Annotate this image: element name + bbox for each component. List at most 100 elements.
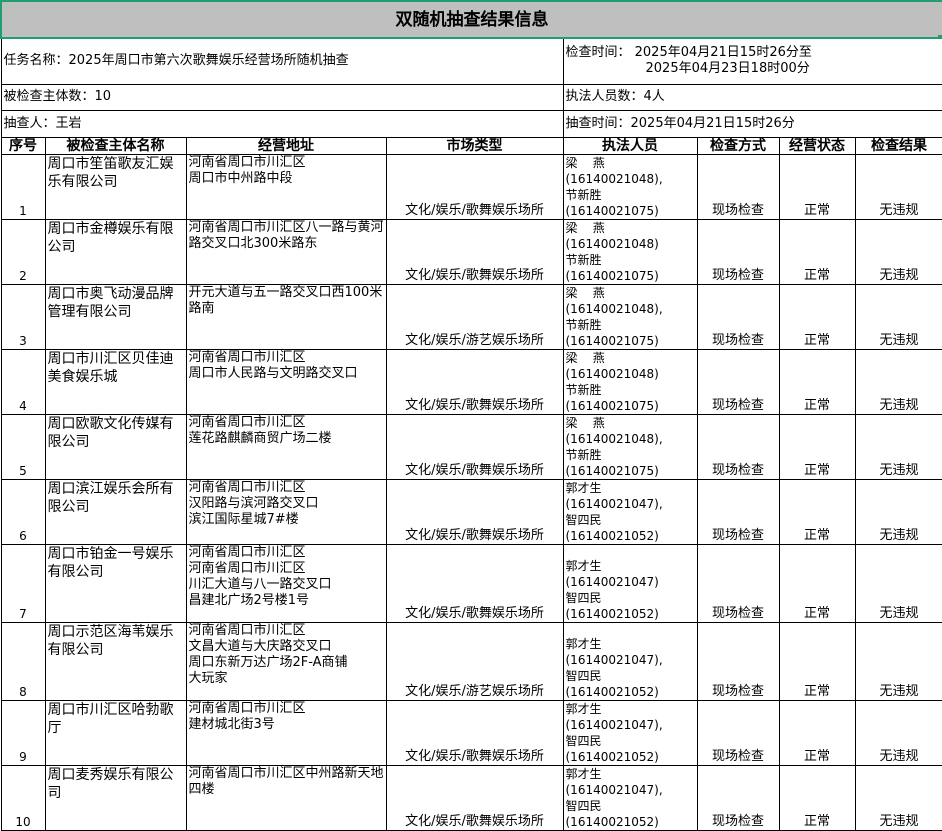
row-method: 现场检查 <box>696 348 780 415</box>
row-address: 河南省周口市川汇区 建材城北街3号 <box>185 699 387 766</box>
row-address: 河南省周口市川汇区 汉阳路与滨河路交叉口 滨江国际星城7#楼 <box>185 478 387 545</box>
table-row: 5 周口欧歌文化传媒有限公司 河南省周口市川汇区 莲花路麒麟商贸广场二楼 文化/娱乐/… <box>0 413 942 480</box>
row-status: 正常 <box>778 478 856 545</box>
row-status: 正常 <box>778 764 856 831</box>
row-officers: 郭才生(16140021047), 智四民(16140021052) <box>562 699 698 766</box>
check-time-line2: 2025年04月23日18时00分 <box>645 61 810 77</box>
row-market: 文化/娱乐/歌舞娱乐场所 <box>385 348 564 415</box>
header-method: 检查方式 <box>696 136 780 155</box>
row-officers: 郭才生(16140021047), 智四民(16140021052) <box>562 621 698 701</box>
task-name: 任务名称：2025年周口市第六次歌舞娱乐经营场所随机抽查 <box>0 37 564 85</box>
check-time: 检查时间： 2025年04月21日15时26分至 2025年04月23日18时0… <box>562 37 942 85</box>
row-market: 文化/娱乐/歌舞娱乐场所 <box>385 218 564 285</box>
sampler: 抽查人：王岩 <box>0 109 564 138</box>
table-row: 10 周口麦秀娱乐有限公司 河南省周口市川汇区中州路新天地四楼 文化/娱乐/歌舞娱乐场… <box>0 764 942 831</box>
header-officers: 执法人员 <box>562 136 698 155</box>
row-seq: 2 <box>0 218 46 285</box>
row-method: 现场检查 <box>696 153 780 220</box>
row-status: 正常 <box>778 621 856 701</box>
row-market: 文化/娱乐/歌舞娱乐场所 <box>385 478 564 545</box>
row-officers: 郭才生(16140021047) 智四民(16140021052) <box>562 543 698 623</box>
row-officers: 梁 燕(16140021048), 节新胜(16140021075) <box>562 413 698 480</box>
row-status: 正常 <box>778 153 856 220</box>
row-officers: 梁 燕(16140021048) 节新胜(16140021075) <box>562 348 698 415</box>
row-seq: 5 <box>0 413 46 480</box>
row-name: 周口市铂金一号娱乐有限公司 <box>44 543 187 623</box>
row-result: 无违规 <box>854 699 942 766</box>
row-method: 现场检查 <box>696 413 780 480</box>
row-seq: 3 <box>0 283 46 350</box>
table-row: 4 周口市川汇区贝佳迪美食娱乐城 河南省周口市川汇区 周口市人民路与文明路交叉口 文化… <box>0 348 942 415</box>
row-status: 正常 <box>778 699 856 766</box>
row-result: 无违规 <box>854 764 942 831</box>
row-market: 文化/娱乐/游艺娱乐场所 <box>385 283 564 350</box>
table-row: 9 周口市川汇区哈勃歌厅 河南省周口市川汇区 建材城北街3号 文化/娱乐/歌舞娱乐场所… <box>0 699 942 766</box>
result-sheet: 双随机抽查结果信息 任务名称：2025年周口市第六次歌舞娱乐经营场所随机抽查 检… <box>0 0 942 831</box>
row-method: 现场检查 <box>696 543 780 623</box>
row-name: 周口市奥飞动漫品牌管理有限公司 <box>44 283 187 350</box>
check-time-line1: 检查时间： 2025年04月21日15时26分至 <box>565 45 812 61</box>
sample-time: 抽查时间：2025年04月21日15时26分 <box>562 109 942 138</box>
row-address: 河南省周口市川汇区 文昌大道与大庆路交叉口 周口东新万达广场2F-A商铺 大玩家 <box>185 621 387 701</box>
table-row: 1 周口市笙笛歌友汇娱乐有限公司 河南省周口市川汇区 周口市中州路中段 文化/娱乐/歌… <box>0 153 942 220</box>
row-seq: 6 <box>0 478 46 545</box>
row-result: 无违规 <box>854 283 942 350</box>
row-address: 河南省周口市川汇区八一路与黄河路交叉口北300米路东 <box>185 218 387 285</box>
row-status: 正常 <box>778 283 856 350</box>
row-market: 文化/娱乐/歌舞娱乐场所 <box>385 413 564 480</box>
row-status: 正常 <box>778 218 856 285</box>
row-market: 文化/娱乐/歌舞娱乐场所 <box>385 764 564 831</box>
row-name: 周口市笙笛歌友汇娱乐有限公司 <box>44 153 187 220</box>
row-name: 周口欧歌文化传媒有限公司 <box>44 413 187 480</box>
row-result: 无违规 <box>854 621 942 701</box>
row-seq: 1 <box>0 153 46 220</box>
header-result: 检查结果 <box>854 136 942 155</box>
row-method: 现场检查 <box>696 621 780 701</box>
officer-count: 执法人员数：4人 <box>562 83 942 111</box>
row-seq: 10 <box>0 764 46 831</box>
row-name: 周口麦秀娱乐有限公司 <box>44 764 187 831</box>
row-seq: 9 <box>0 699 46 766</box>
table-row: 8 周口示范区海苇娱乐有限公司 河南省周口市川汇区 文昌大道与大庆路交叉口 周口东新… <box>0 621 942 701</box>
row-seq: 4 <box>0 348 46 415</box>
row-seq: 8 <box>0 621 46 701</box>
table-row: 3 周口市奥飞动漫品牌管理有限公司 开元大道与五一路交叉口西100米路南 文化/娱乐/… <box>0 283 942 350</box>
row-name: 周口市川汇区贝佳迪美食娱乐城 <box>44 348 187 415</box>
row-status: 正常 <box>778 413 856 480</box>
row-status: 正常 <box>778 348 856 415</box>
table-row: 6 周口滨江娱乐会所有限公司 河南省周口市川汇区 汉阳路与滨河路交叉口 滨江国际星城… <box>0 478 942 545</box>
row-officers: 郭才生(16140021047), 智四民(16140021052) <box>562 478 698 545</box>
row-result: 无违规 <box>854 543 942 623</box>
row-name: 周口滨江娱乐会所有限公司 <box>44 478 187 545</box>
row-name: 周口市川汇区哈勃歌厅 <box>44 699 187 766</box>
row-officers: 梁 燕(16140021048), 节新胜(16140021075) <box>562 283 698 350</box>
row-address: 河南省周口市川汇区 河南省周口市川汇区 川汇大道与八一路交叉口 昌建北广场2号楼… <box>185 543 387 623</box>
table-body: 1 周口市笙笛歌友汇娱乐有限公司 河南省周口市川汇区 周口市中州路中段 文化/娱乐/歌… <box>0 153 942 831</box>
row-method: 现场检查 <box>696 764 780 831</box>
row-result: 无违规 <box>854 153 942 220</box>
row-seq: 7 <box>0 543 46 623</box>
row-name: 周口示范区海苇娱乐有限公司 <box>44 621 187 701</box>
selection-handle[interactable] <box>938 35 942 39</box>
header-address: 经营地址 <box>185 136 387 155</box>
row-result: 无违规 <box>854 218 942 285</box>
header-status: 经营状态 <box>778 136 856 155</box>
header-market: 市场类型 <box>385 136 564 155</box>
subject-count: 被检查主体数：10 <box>0 83 564 111</box>
row-result: 无违规 <box>854 478 942 545</box>
row-address: 河南省周口市川汇区 周口市中州路中段 <box>185 153 387 220</box>
row-officers: 梁 燕(16140021048) 节新胜(16140021075) <box>562 218 698 285</box>
row-market: 文化/娱乐/游艺娱乐场所 <box>385 621 564 701</box>
row-officers: 郭才生(16140021047), 智四民(16140021052) <box>562 764 698 831</box>
page-title: 双随机抽查结果信息 <box>0 0 942 39</box>
row-name: 周口市金樽娱乐有限公司 <box>44 218 187 285</box>
row-market: 文化/娱乐/歌舞娱乐场所 <box>385 153 564 220</box>
header-name: 被检查主体名称 <box>44 136 187 155</box>
row-address: 河南省周口市川汇区中州路新天地四楼 <box>185 764 387 831</box>
row-method: 现场检查 <box>696 478 780 545</box>
result-table: 双随机抽查结果信息 任务名称：2025年周口市第六次歌舞娱乐经营场所随机抽查 检… <box>0 0 942 831</box>
table-row: 2 周口市金樽娱乐有限公司 河南省周口市川汇区八一路与黄河路交叉口北300米路东 文化… <box>0 218 942 285</box>
row-method: 现场检查 <box>696 699 780 766</box>
row-status: 正常 <box>778 543 856 623</box>
row-market: 文化/娱乐/歌舞娱乐场所 <box>385 543 564 623</box>
